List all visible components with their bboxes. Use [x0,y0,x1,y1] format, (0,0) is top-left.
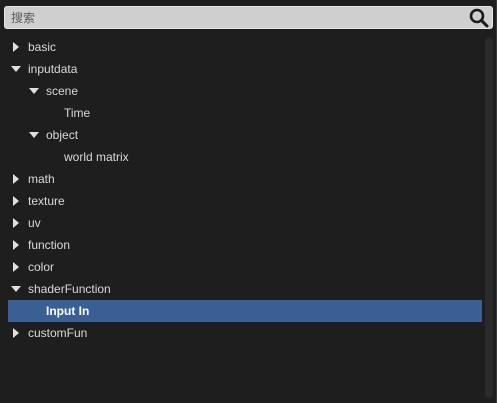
chevron-right-icon[interactable] [10,168,22,190]
scrollbar-thumb[interactable] [485,38,493,398]
tree-item[interactable]: Time [0,102,482,124]
tree-item[interactable]: scene [0,80,482,102]
chevron-right-icon[interactable] [10,256,22,278]
tree-item-selected[interactable]: Input In [8,300,482,322]
tree-item-label: inputdata [28,62,78,76]
tree-item-label: uv [28,216,41,230]
tree-item-label: color [28,260,55,274]
tree-item[interactable]: world matrix [0,146,482,168]
tree-item-label: shaderFunction [28,282,111,296]
tree-item[interactable]: inputdata [0,58,482,80]
tree-item[interactable]: shaderFunction [0,278,482,300]
chevron-right-icon[interactable] [10,190,22,212]
tree-item-label: basic [28,40,57,54]
tree-item[interactable]: basic [0,36,482,58]
scrollbar[interactable] [482,36,496,400]
tree-item[interactable]: uv [0,212,482,234]
chevron-down-icon[interactable] [10,58,22,80]
chevron-right-icon[interactable] [10,212,22,234]
chevron-down-icon[interactable] [28,80,40,102]
search-bar [4,6,493,29]
chevron-right-icon[interactable] [10,322,22,344]
chevron-down-icon[interactable] [28,124,40,146]
node-tree: basic inputdata scene Time object world matri… [0,36,482,400]
tree-item[interactable]: function [0,234,482,256]
tree-item[interactable]: color [0,256,482,278]
tree-item-label: customFun [28,326,88,340]
tree-item[interactable]: object [0,124,482,146]
chevron-right-icon[interactable] [10,36,22,58]
tree-item-label: texture [28,194,65,208]
search-icon[interactable] [469,8,489,28]
chevron-right-icon[interactable] [10,234,22,256]
tree-item[interactable]: texture [0,190,482,212]
tree-item-label: object [46,128,79,142]
tree-item-label: scene [46,84,79,98]
tree-item-label: Input In [46,304,90,318]
tree-item-label: Time [64,106,91,120]
tree-item[interactable]: math [0,168,482,190]
tree-item-label: world matrix [64,150,129,164]
chevron-down-icon[interactable] [10,278,22,300]
tree-item-label: math [28,172,55,186]
tree-item-label: function [28,238,71,252]
search-input[interactable] [7,8,467,27]
tree-item[interactable]: customFun [0,322,482,344]
node-library-panel: basic inputdata scene Time object world matri… [0,0,497,403]
